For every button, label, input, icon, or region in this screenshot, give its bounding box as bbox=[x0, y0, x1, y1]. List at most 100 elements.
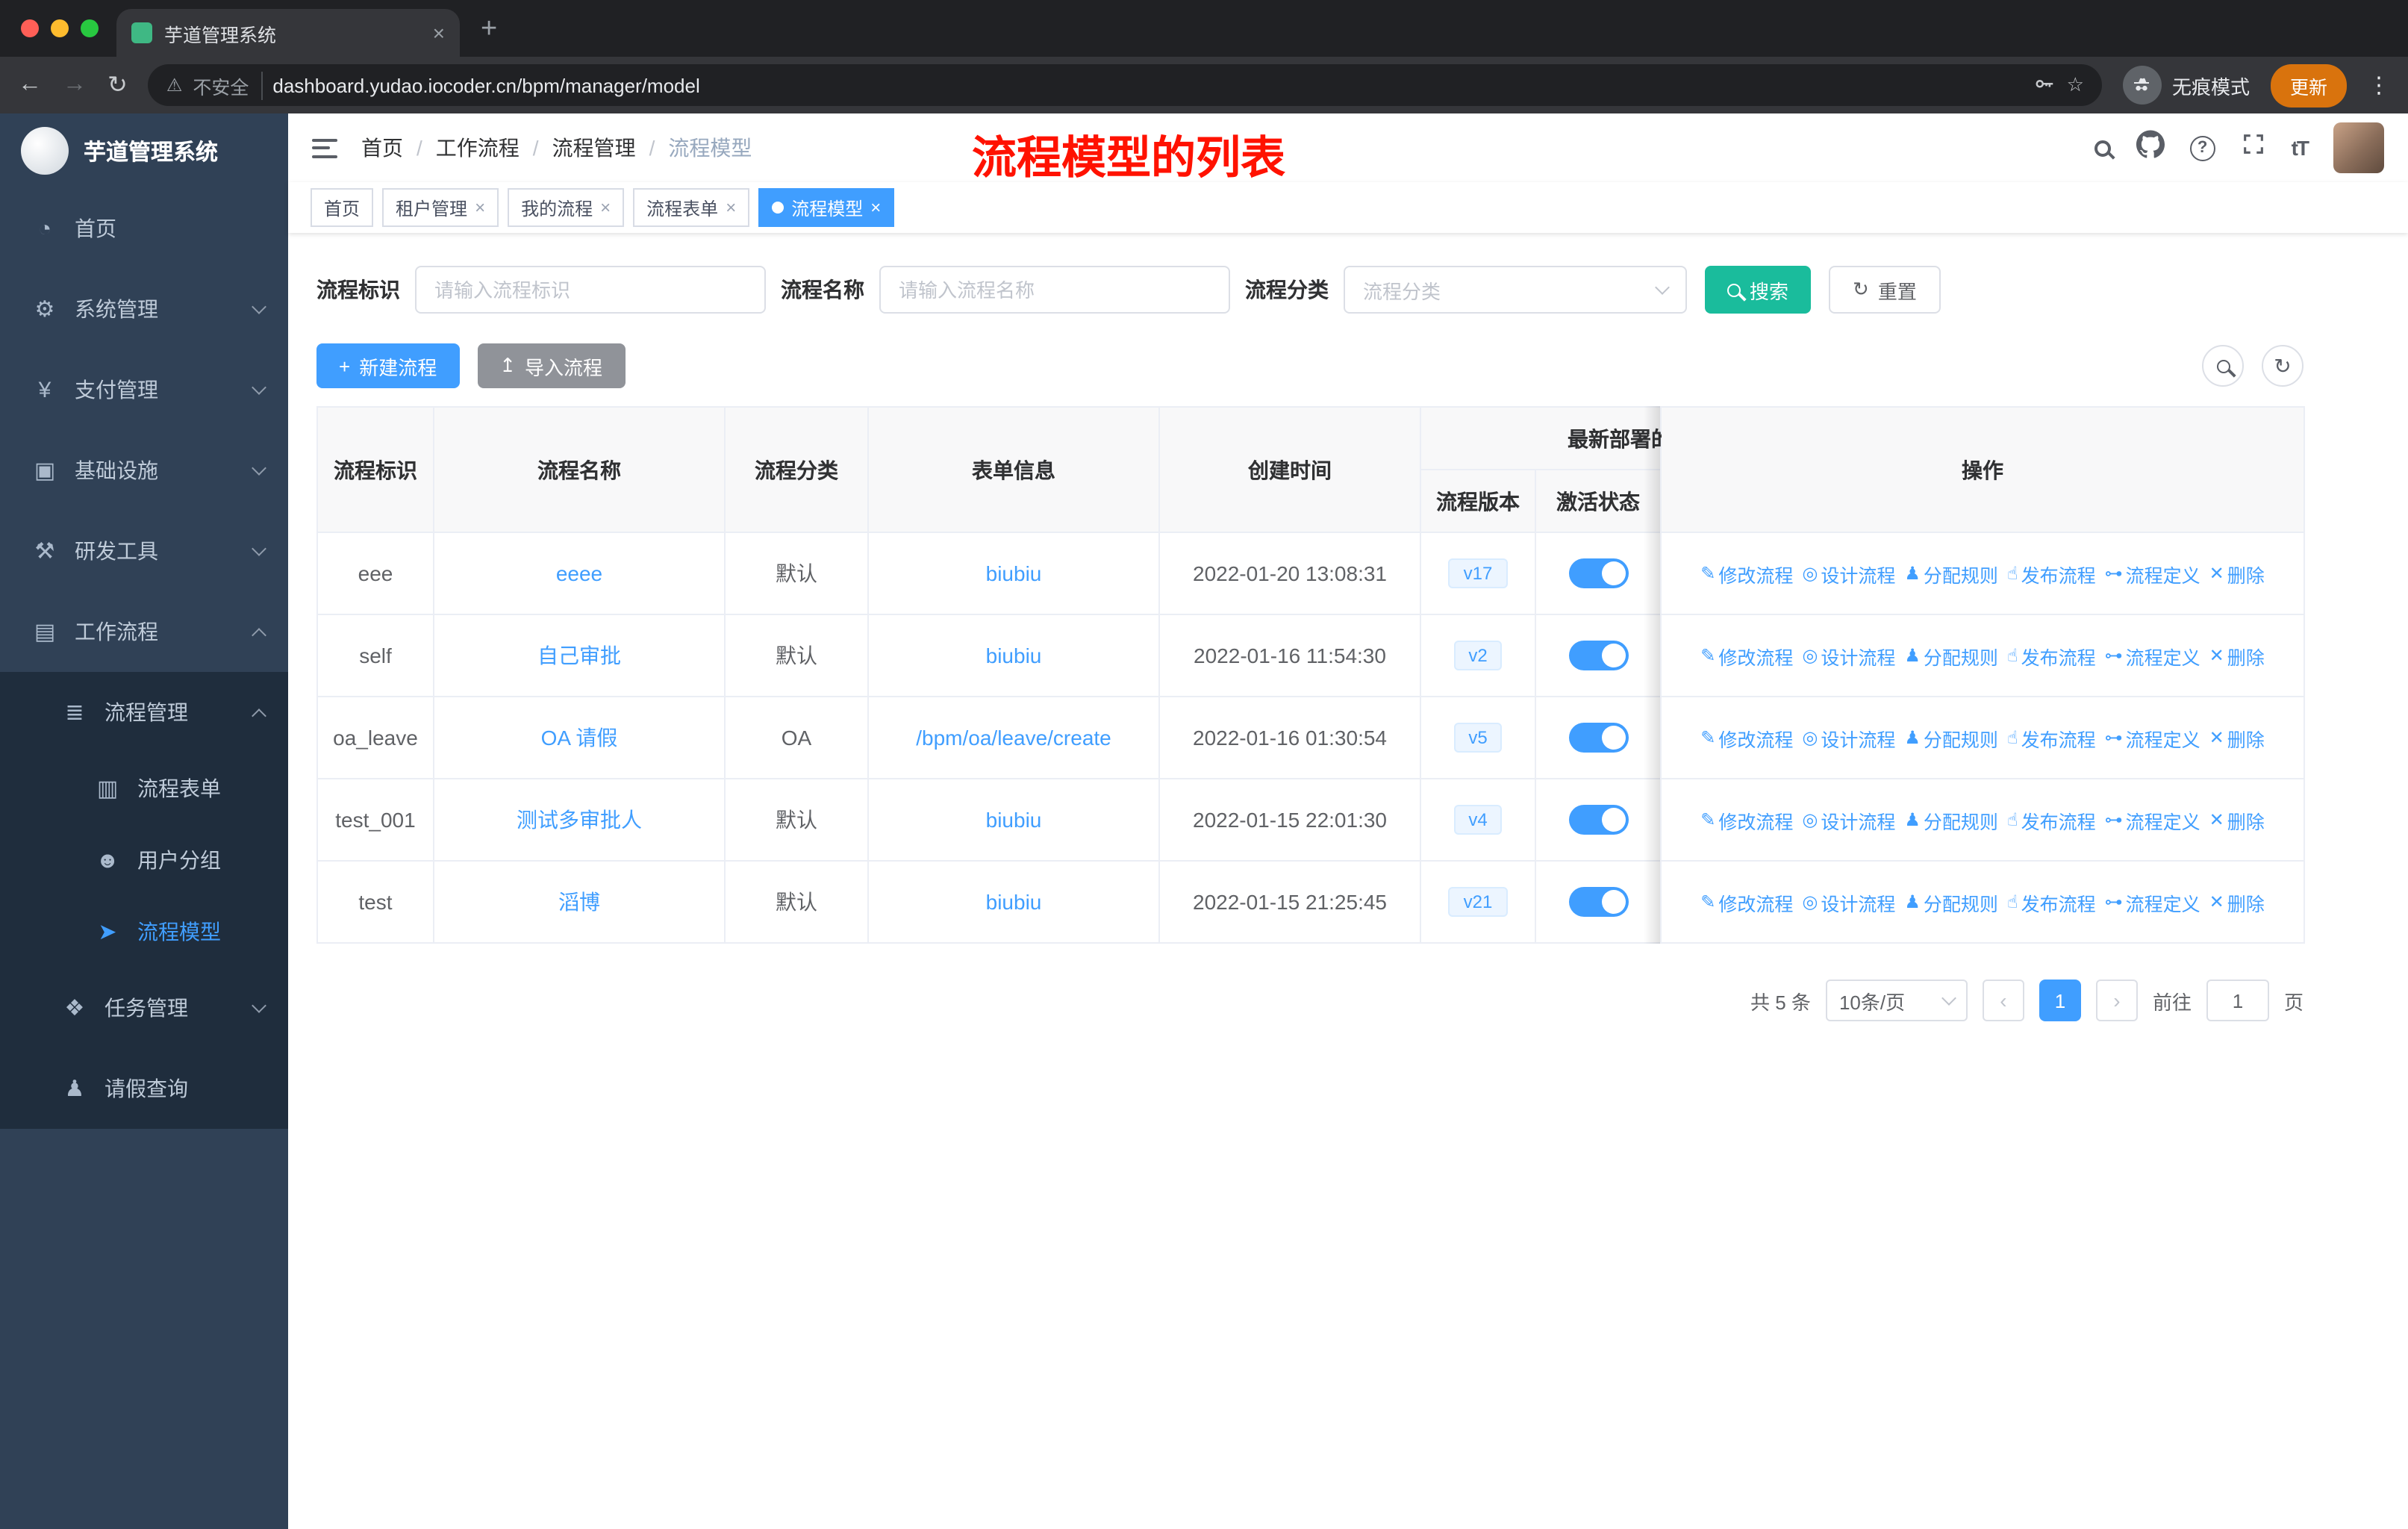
breadcrumb-process-mgmt[interactable]: 流程管理 bbox=[552, 133, 636, 163]
form-info-link[interactable]: biubiu bbox=[986, 890, 1042, 914]
tag-my-process[interactable]: 我的流程 × bbox=[508, 188, 625, 227]
page-size-select[interactable]: 10条/页 bbox=[1825, 980, 1968, 1021]
close-icon[interactable]: × bbox=[726, 197, 736, 218]
sidebar-item-workflow[interactable]: 工作流程 bbox=[0, 591, 288, 672]
process-key-input[interactable] bbox=[415, 266, 766, 314]
design-process-link[interactable]: 设计流程 bbox=[1802, 806, 1895, 834]
sidebar-item-process-model[interactable]: 流程模型 bbox=[0, 896, 288, 968]
breadcrumb-home[interactable]: 首页 bbox=[361, 133, 403, 163]
tag-home[interactable]: 首页 bbox=[311, 188, 374, 227]
back-icon[interactable]: ← bbox=[18, 72, 42, 99]
process-name-link[interactable]: 自己审批 bbox=[537, 644, 621, 667]
toggle-search-button[interactable] bbox=[2202, 345, 2244, 387]
design-process-link[interactable]: 设计流程 bbox=[1802, 888, 1895, 916]
forward-icon[interactable]: → bbox=[63, 72, 87, 99]
assign-rule-link[interactable]: 分配规则 bbox=[1904, 559, 1998, 588]
sidebar-item-leave-query[interactable]: 请假查询 bbox=[0, 1048, 288, 1129]
browser-update-button[interactable]: 更新 bbox=[2270, 63, 2347, 107]
sidebar-item-home[interactable]: 首页 bbox=[0, 188, 288, 269]
delete-process-link[interactable]: 删除 bbox=[2209, 559, 2265, 588]
edit-process-link[interactable]: 修改流程 bbox=[1700, 641, 1793, 670]
edit-process-link[interactable]: 修改流程 bbox=[1700, 723, 1793, 752]
breadcrumb-workflow[interactable]: 工作流程 bbox=[436, 133, 520, 163]
minimize-window-icon[interactable] bbox=[51, 19, 69, 37]
sidebar-item-process-form[interactable]: 流程表单 bbox=[0, 753, 288, 824]
process-name-link[interactable]: OA 请假 bbox=[541, 726, 618, 750]
url-text[interactable]: dashboard.yudao.iocoder.cn/bpm/manager/m… bbox=[272, 74, 2023, 96]
process-definition-link[interactable]: 流程定义 bbox=[2105, 559, 2200, 588]
search-icon[interactable] bbox=[2094, 140, 2111, 156]
browser-menu-icon[interactable]: ⋮ bbox=[2368, 72, 2390, 99]
sidebar-item-payment[interactable]: 支付管理 bbox=[0, 349, 288, 430]
page-number-1[interactable]: 1 bbox=[2039, 980, 2081, 1021]
process-definition-link[interactable]: 流程定义 bbox=[2105, 888, 2200, 916]
publish-process-link[interactable]: 发布流程 bbox=[2007, 559, 2096, 588]
new-tab-button[interactable]: + bbox=[481, 14, 497, 43]
assign-rule-link[interactable]: 分配规则 bbox=[1904, 888, 1998, 916]
design-process-link[interactable]: 设计流程 bbox=[1802, 723, 1895, 752]
tag-process-form[interactable]: 流程表单 × bbox=[633, 188, 750, 227]
password-key-icon[interactable] bbox=[2034, 72, 2056, 99]
prev-page-button[interactable]: ‹ bbox=[1982, 980, 2024, 1021]
sidebar-item-infrastructure[interactable]: 基础设施 bbox=[0, 430, 288, 511]
assign-rule-link[interactable]: 分配规则 bbox=[1904, 806, 1998, 834]
process-definition-link[interactable]: 流程定义 bbox=[2105, 723, 2200, 752]
sidebar-item-process-mgmt[interactable]: 流程管理 bbox=[0, 672, 288, 753]
next-page-button[interactable]: › bbox=[2095, 980, 2138, 1021]
process-name-link[interactable]: 滔博 bbox=[558, 890, 600, 914]
active-toggle[interactable] bbox=[1568, 887, 1628, 917]
delete-process-link[interactable]: 删除 bbox=[2209, 888, 2265, 916]
user-avatar[interactable] bbox=[2333, 122, 2384, 173]
active-toggle[interactable] bbox=[1568, 723, 1628, 753]
import-process-button[interactable]: ↥ 导入流程 bbox=[477, 343, 626, 388]
form-info-link[interactable]: biubiu bbox=[986, 808, 1042, 832]
edit-process-link[interactable]: 修改流程 bbox=[1700, 888, 1793, 916]
bookmark-star-icon[interactable]: ☆ bbox=[2067, 73, 2084, 97]
edit-process-link[interactable]: 修改流程 bbox=[1700, 806, 1793, 834]
create-process-button[interactable]: + 新建流程 bbox=[316, 343, 460, 388]
sidebar-item-task-mgmt[interactable]: 任务管理 bbox=[0, 968, 288, 1048]
design-process-link[interactable]: 设计流程 bbox=[1802, 559, 1895, 588]
publish-process-link[interactable]: 发布流程 bbox=[2007, 888, 2096, 916]
process-definition-link[interactable]: 流程定义 bbox=[2105, 806, 2200, 834]
close-window-icon[interactable] bbox=[21, 19, 39, 37]
active-toggle[interactable] bbox=[1568, 805, 1628, 835]
reset-button[interactable]: ↻ 重置 bbox=[1829, 266, 1941, 314]
security-label[interactable]: 不安全 bbox=[193, 71, 263, 99]
process-definition-link[interactable]: 流程定义 bbox=[2105, 641, 2200, 670]
window-controls[interactable] bbox=[21, 19, 99, 37]
sidebar-item-system[interactable]: 系统管理 bbox=[0, 269, 288, 349]
assign-rule-link[interactable]: 分配规则 bbox=[1904, 641, 1998, 670]
tag-process-model[interactable]: 流程模型 × bbox=[758, 188, 895, 227]
form-info-link[interactable]: biubiu bbox=[986, 644, 1042, 667]
publish-process-link[interactable]: 发布流程 bbox=[2007, 806, 2096, 834]
delete-process-link[interactable]: 删除 bbox=[2209, 641, 2265, 670]
edit-process-link[interactable]: 修改流程 bbox=[1700, 559, 1793, 588]
reload-icon[interactable]: ↻ bbox=[107, 70, 128, 100]
font-size-icon[interactable]: tT bbox=[2292, 136, 2309, 160]
process-name-link[interactable]: 测试多审批人 bbox=[517, 808, 642, 832]
collapse-sidebar-icon[interactable] bbox=[312, 138, 337, 158]
sidebar-item-user-group[interactable]: 用户分组 bbox=[0, 824, 288, 896]
maximize-window-icon[interactable] bbox=[81, 19, 99, 37]
help-icon[interactable]: ? bbox=[2189, 135, 2215, 161]
category-select[interactable]: 流程分类 bbox=[1344, 266, 1687, 314]
tab-close-icon[interactable]: × bbox=[433, 21, 445, 45]
delete-process-link[interactable]: 删除 bbox=[2209, 806, 2265, 834]
address-bar[interactable]: ⚠ 不安全 dashboard.yudao.iocoder.cn/bpm/man… bbox=[148, 64, 2102, 106]
goto-page-input[interactable] bbox=[2206, 980, 2269, 1021]
active-toggle[interactable] bbox=[1568, 558, 1628, 588]
refresh-table-button[interactable]: ↻ bbox=[2262, 345, 2303, 387]
design-process-link[interactable]: 设计流程 bbox=[1802, 641, 1895, 670]
assign-rule-link[interactable]: 分配规则 bbox=[1904, 723, 1998, 752]
close-icon[interactable]: × bbox=[870, 197, 881, 218]
form-info-link[interactable]: biubiu bbox=[986, 561, 1042, 585]
delete-process-link[interactable]: 删除 bbox=[2209, 723, 2265, 752]
publish-process-link[interactable]: 发布流程 bbox=[2007, 641, 2096, 670]
fullscreen-icon[interactable] bbox=[2241, 131, 2266, 164]
search-button[interactable]: 搜索 bbox=[1705, 266, 1812, 314]
tag-tenant-mgmt[interactable]: 租户管理 × bbox=[382, 188, 499, 227]
close-icon[interactable]: × bbox=[600, 197, 611, 218]
github-icon[interactable] bbox=[2136, 130, 2165, 166]
browser-tab[interactable]: 芋道管理系统 × bbox=[116, 9, 460, 57]
